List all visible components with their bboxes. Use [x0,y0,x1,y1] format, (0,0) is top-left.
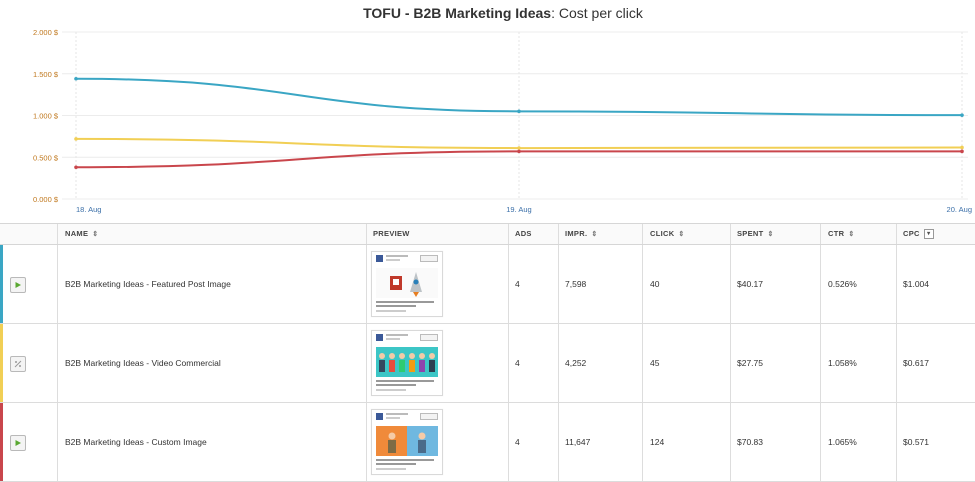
series-point[interactable] [517,149,521,154]
ads-count: 4 [515,279,520,289]
series-point[interactable] [74,76,78,81]
series-point[interactable] [517,146,521,150]
ctr: 1.058% [828,358,857,368]
paused-icon[interactable] [10,356,26,372]
ad-preview-thumbnail[interactable] [371,409,443,475]
cpc: $0.571 [903,437,929,447]
clicks: 124 [650,437,665,447]
play-icon[interactable] [10,435,26,451]
ad-preview-thumbnail[interactable] [371,251,443,317]
clicks: 45 [650,358,660,368]
table-row[interactable]: B2B Marketing Ideas - Video Commercial 4 4… [0,324,975,403]
ads-count: 4 [515,358,520,368]
ad-name[interactable]: B2B Marketing Ideas - Featured Post Imag… [65,278,231,290]
sort-icon[interactable]: ⇕ [848,231,854,238]
x-axis-ticks: 18. Aug 19. Aug 20. Aug [76,205,972,214]
chart-title: TOFU - B2B Marketing Ideas: Cost per cli… [363,5,644,21]
table-body: B2B Marketing Ideas - Featured Post Imag… [0,245,975,482]
x-tick-label: 19. Aug [506,205,531,214]
y-tick-label: 1.500 $ [33,70,59,79]
cost-per-click-chart: TOFU - B2B Marketing Ideas: Cost per cli… [33,5,972,214]
series-point[interactable] [960,113,964,117]
sort-icon[interactable]: ⇕ [92,231,98,238]
y-tick-label: 2.000 $ [33,28,59,37]
column-header-ctr[interactable]: CTR ⇕ [828,224,855,244]
ctr: 1.065% [828,437,857,447]
table-row[interactable]: B2B Marketing Ideas - Featured Post Imag… [0,245,975,324]
impressions: 7,598 [565,279,587,289]
x-tick-label: 18. Aug [76,205,101,214]
ctr: 0.526% [828,279,857,289]
sort-icon[interactable]: ⇕ [768,231,774,238]
y-tick-label: 0.500 $ [33,153,59,162]
cpc: $1.004 [903,279,929,289]
row-color-indicator [0,403,3,481]
column-header-name[interactable]: NAME ⇕ [65,224,98,244]
table-row[interactable]: B2B Marketing Ideas - Custom Image 4 11,64… [0,403,975,482]
x-tick-label: 20. Aug [947,205,972,214]
ad-preview-thumbnail[interactable] [371,330,443,396]
ad-name[interactable]: B2B Marketing Ideas - Custom Image [65,436,207,448]
chart-title-rest: : Cost per click [551,5,644,21]
table-header: NAME ⇕ PREVIEW ADS IMPR. ⇕ CLICK ⇕ SPENT ⇕ C… [0,224,975,245]
column-header-preview: PREVIEW [373,229,410,238]
series-point[interactable] [960,149,964,154]
column-header-click[interactable]: CLICK ⇕ [650,224,685,244]
series-layer [74,76,964,170]
spent: $27.75 [737,358,763,368]
series-point[interactable] [960,145,964,150]
series-point[interactable] [517,109,521,114]
y-tick-label: 0.000 $ [33,195,59,204]
sort-dropdown-icon[interactable]: ▾ [923,229,934,240]
row-color-indicator [0,245,3,323]
y-axis-ticks: 0.000 $ 0.500 $ 1.000 $ 1.500 $ 2.000 $ [33,28,59,204]
series-point[interactable] [74,137,78,141]
play-icon[interactable] [10,277,26,293]
impressions: 11,647 [565,437,591,447]
ads-table: NAME ⇕ PREVIEW ADS IMPR. ⇕ CLICK ⇕ SPENT ⇕ C… [0,223,975,482]
cpc: $0.617 [903,358,929,368]
spent: $70.83 [737,437,763,447]
ads-count: 4 [515,437,520,447]
sort-icon[interactable]: ⇕ [591,231,597,238]
column-header-cpc[interactable]: CPC ▾ [903,224,934,244]
clicks: 40 [650,279,660,289]
row-color-indicator [0,324,3,402]
sort-icon[interactable]: ⇕ [678,231,684,238]
series-point[interactable] [74,165,78,170]
column-header-spent[interactable]: SPENT ⇕ [737,224,774,244]
column-header-ads: ADS [515,229,532,238]
ad-name[interactable]: B2B Marketing Ideas - Video Commercial [65,357,221,369]
column-header-impr[interactable]: IMPR. ⇕ [565,224,598,244]
chart-title-bold: TOFU - B2B Marketing Ideas [363,5,551,21]
spent: $40.17 [737,279,763,289]
y-tick-label: 1.000 $ [33,112,59,121]
impressions: 4,252 [565,358,587,368]
